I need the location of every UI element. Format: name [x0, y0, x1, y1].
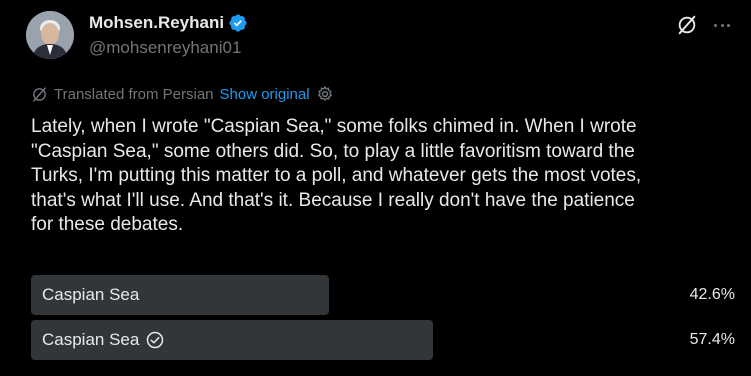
- translate-icon: [33, 86, 46, 102]
- verified-badge-icon: [229, 14, 247, 32]
- grok-button[interactable]: [676, 14, 698, 36]
- poll-option-percent: 57.4%: [689, 331, 735, 348]
- author-display-name[interactable]: Mohsen.Reyhani: [89, 13, 224, 33]
- author-name-row: Mohsen.Reyhani: [89, 13, 248, 33]
- poll-option: Caspian Sea 42.6%: [31, 275, 743, 315]
- tweet-text: Lately, when I wrote "Caspian Sea," some…: [31, 116, 642, 235]
- more-options-button[interactable]: [711, 14, 733, 36]
- grok-icon: [678, 15, 696, 35]
- poll-option-percent: 42.6%: [689, 286, 735, 303]
- more-dot: [720, 23, 724, 27]
- more-dot: [727, 23, 730, 27]
- translation-row: Translated from Persian Show original: [31, 85, 334, 103]
- author-handle[interactable]: @mohsenreyhani01: [89, 38, 241, 58]
- check-circle-icon: [147, 331, 164, 349]
- translated-from-label: Translated from Persian: [54, 85, 214, 103]
- gear-icon[interactable]: [316, 85, 334, 103]
- poll-option: Caspian Sea 57.4%: [31, 320, 743, 360]
- poll-option-text: Caspian Sea: [42, 285, 140, 304]
- more-dot: [714, 23, 717, 27]
- poll-option-label: Caspian Sea: [42, 320, 165, 360]
- poll-option-label: Caspian Sea: [42, 275, 139, 315]
- poll-option-text: Caspian Sea: [42, 330, 140, 349]
- show-original-link[interactable]: Show original: [220, 86, 310, 103]
- author-avatar[interactable]: [26, 11, 74, 59]
